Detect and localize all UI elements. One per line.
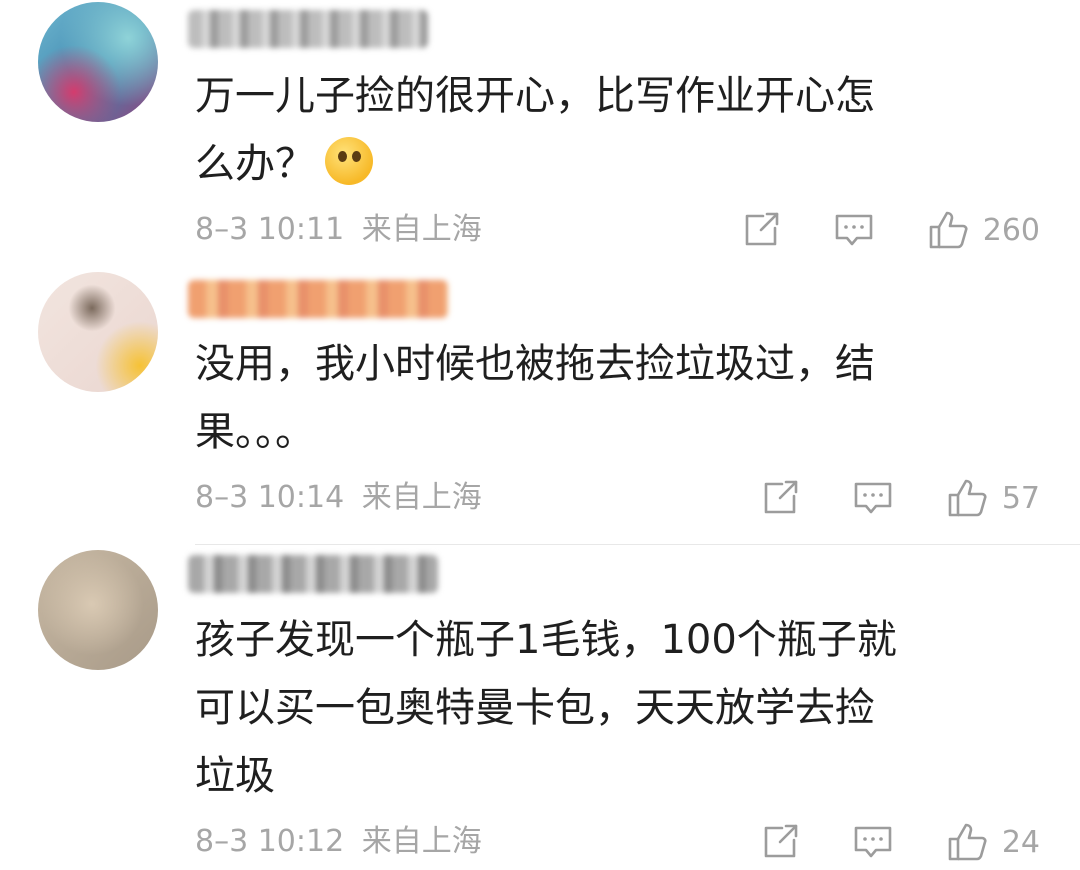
share-icon[interactable] (760, 822, 800, 862)
like-count: 24 (1001, 824, 1040, 860)
comment-icon[interactable] (833, 210, 875, 250)
thumbs-up-icon[interactable] (946, 821, 990, 863)
comment-icon[interactable] (852, 822, 894, 862)
comment-text: 万一儿子捡的很开心，比写作业开心怎 么办？ (195, 73, 875, 187)
comment-text: 孩子发现一个瓶子1毛钱，100个瓶子就 可以买一包奥特曼卡包，天天放学去捡 垃圾 (195, 617, 897, 799)
avatar[interactable] (38, 272, 158, 392)
divider (195, 544, 1080, 545)
thinking-face-emoji (325, 137, 373, 185)
username-blurred[interactable] (188, 10, 428, 48)
comment-location: 来自上海 (361, 480, 482, 515)
like-count: 260 (982, 212, 1040, 248)
comment-meta: 8–3 10:11 来自上海 (195, 210, 482, 250)
like-count: 57 (1001, 480, 1040, 516)
comment-text: 没用，我小时候也被拖去捡垃圾过，结 果。。。 (195, 341, 875, 455)
comment-time: 8–3 10:14 (195, 480, 345, 515)
share-icon[interactable] (760, 478, 800, 518)
comment-location: 来自上海 (361, 212, 482, 247)
avatar[interactable] (38, 550, 158, 670)
comment-icon[interactable] (852, 478, 894, 518)
comment-actions: 24 (760, 822, 1040, 862)
thumbs-up-icon[interactable] (946, 477, 990, 519)
thumbs-up-icon[interactable] (927, 209, 971, 251)
share-icon[interactable] (741, 210, 781, 250)
comment-time: 8–3 10:11 (195, 212, 345, 247)
comment-actions: 57 (760, 478, 1040, 518)
comment-actions: 260 (741, 210, 1040, 250)
avatar[interactable] (38, 2, 158, 122)
comment-location: 来自上海 (361, 824, 482, 859)
comment-meta: 8–3 10:12 来自上海 (195, 822, 482, 862)
comment-meta: 8–3 10:14 来自上海 (195, 478, 482, 518)
comment-time: 8–3 10:12 (195, 824, 345, 859)
username-blurred[interactable] (188, 280, 448, 318)
username-blurred[interactable] (188, 555, 438, 593)
